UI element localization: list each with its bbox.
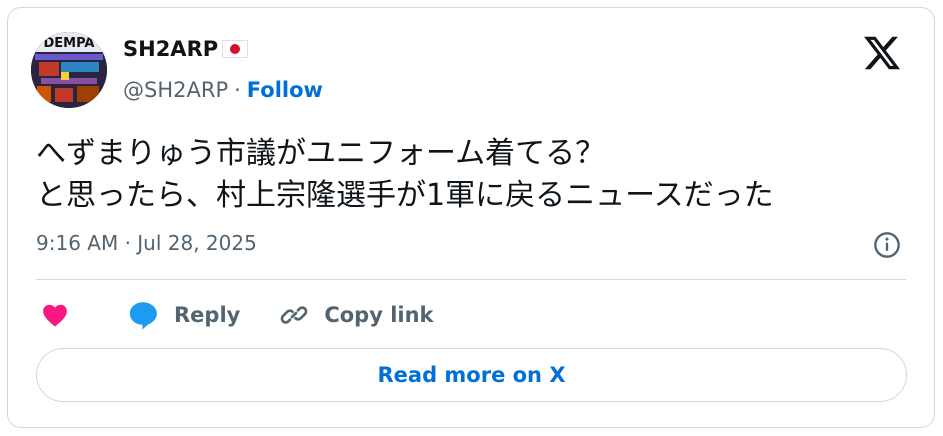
like-button[interactable] [40,300,70,330]
avatar[interactable]: DEMPA [31,32,107,108]
reply-button[interactable]: Reply [126,298,240,332]
read-more-button[interactable]: Read more on X [36,348,907,402]
tweet-text-line-2: と思ったら、村上宗隆選手が1軍に戻るニュースだった [36,178,774,213]
divider [36,279,906,280]
author-handle[interactable]: @SH2ARP [123,78,228,102]
japan-flag-icon [222,40,249,58]
avatar-title-text: DEMPA [43,36,94,51]
author-display-name[interactable]: SH2ARP [123,37,218,61]
x-logo-icon[interactable] [862,33,902,73]
tweet-text: へずまりゅう市議がユニフォーム着てる？ と思ったら、村上宗隆選手が1軍に戻るニュー… [36,133,774,217]
avatar-image: DEMPA [31,32,107,108]
info-icon[interactable] [873,231,901,259]
separator-dot: · [234,78,241,102]
copy-link-label: Copy link [324,303,434,327]
link-icon [280,306,308,324]
reply-label: Reply [174,303,241,327]
follow-link[interactable]: Follow [247,78,323,102]
copy-link-button[interactable]: Copy link [278,299,434,331]
author-name-row: SH2ARP [123,37,249,61]
heart-icon [43,304,67,327]
tweet-text-line-1: へずまりゅう市議がユニフォーム着てる？ [36,136,606,171]
tweet-timestamp[interactable]: 9:16 AM · Jul 28, 2025 [36,231,257,255]
action-bar: Reply Copy link [36,293,434,337]
author-handle-row: @SH2ARP · Follow [123,78,323,102]
reply-bubble-icon [129,302,157,330]
